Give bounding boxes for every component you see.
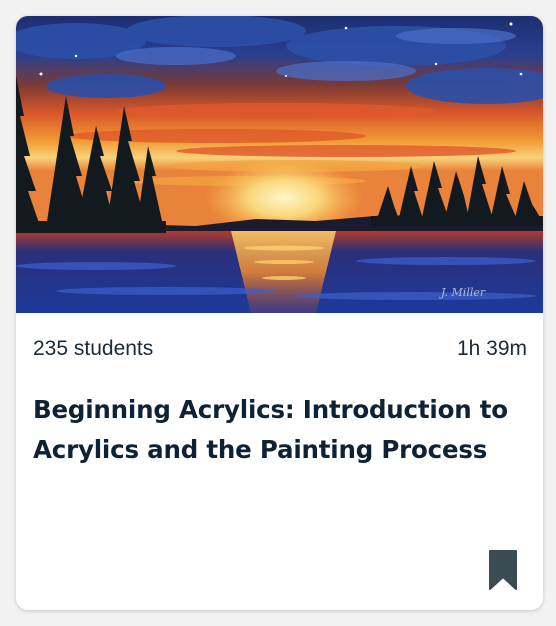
course-thumbnail[interactable]: J. Miller (16, 16, 543, 313)
course-duration: 1h 39m (456, 337, 527, 360)
course-meta: 235 students 1h 39m (33, 334, 527, 364)
bookmark-icon[interactable] (488, 549, 518, 591)
painting-signature: J. Miller (439, 286, 486, 299)
student-count: 235 students (33, 337, 154, 360)
course-title[interactable]: Beginning Acrylics: Introduction to Acry… (33, 390, 513, 470)
course-card[interactable]: J. Miller 235 students 1h 39m Beginning … (16, 16, 543, 610)
